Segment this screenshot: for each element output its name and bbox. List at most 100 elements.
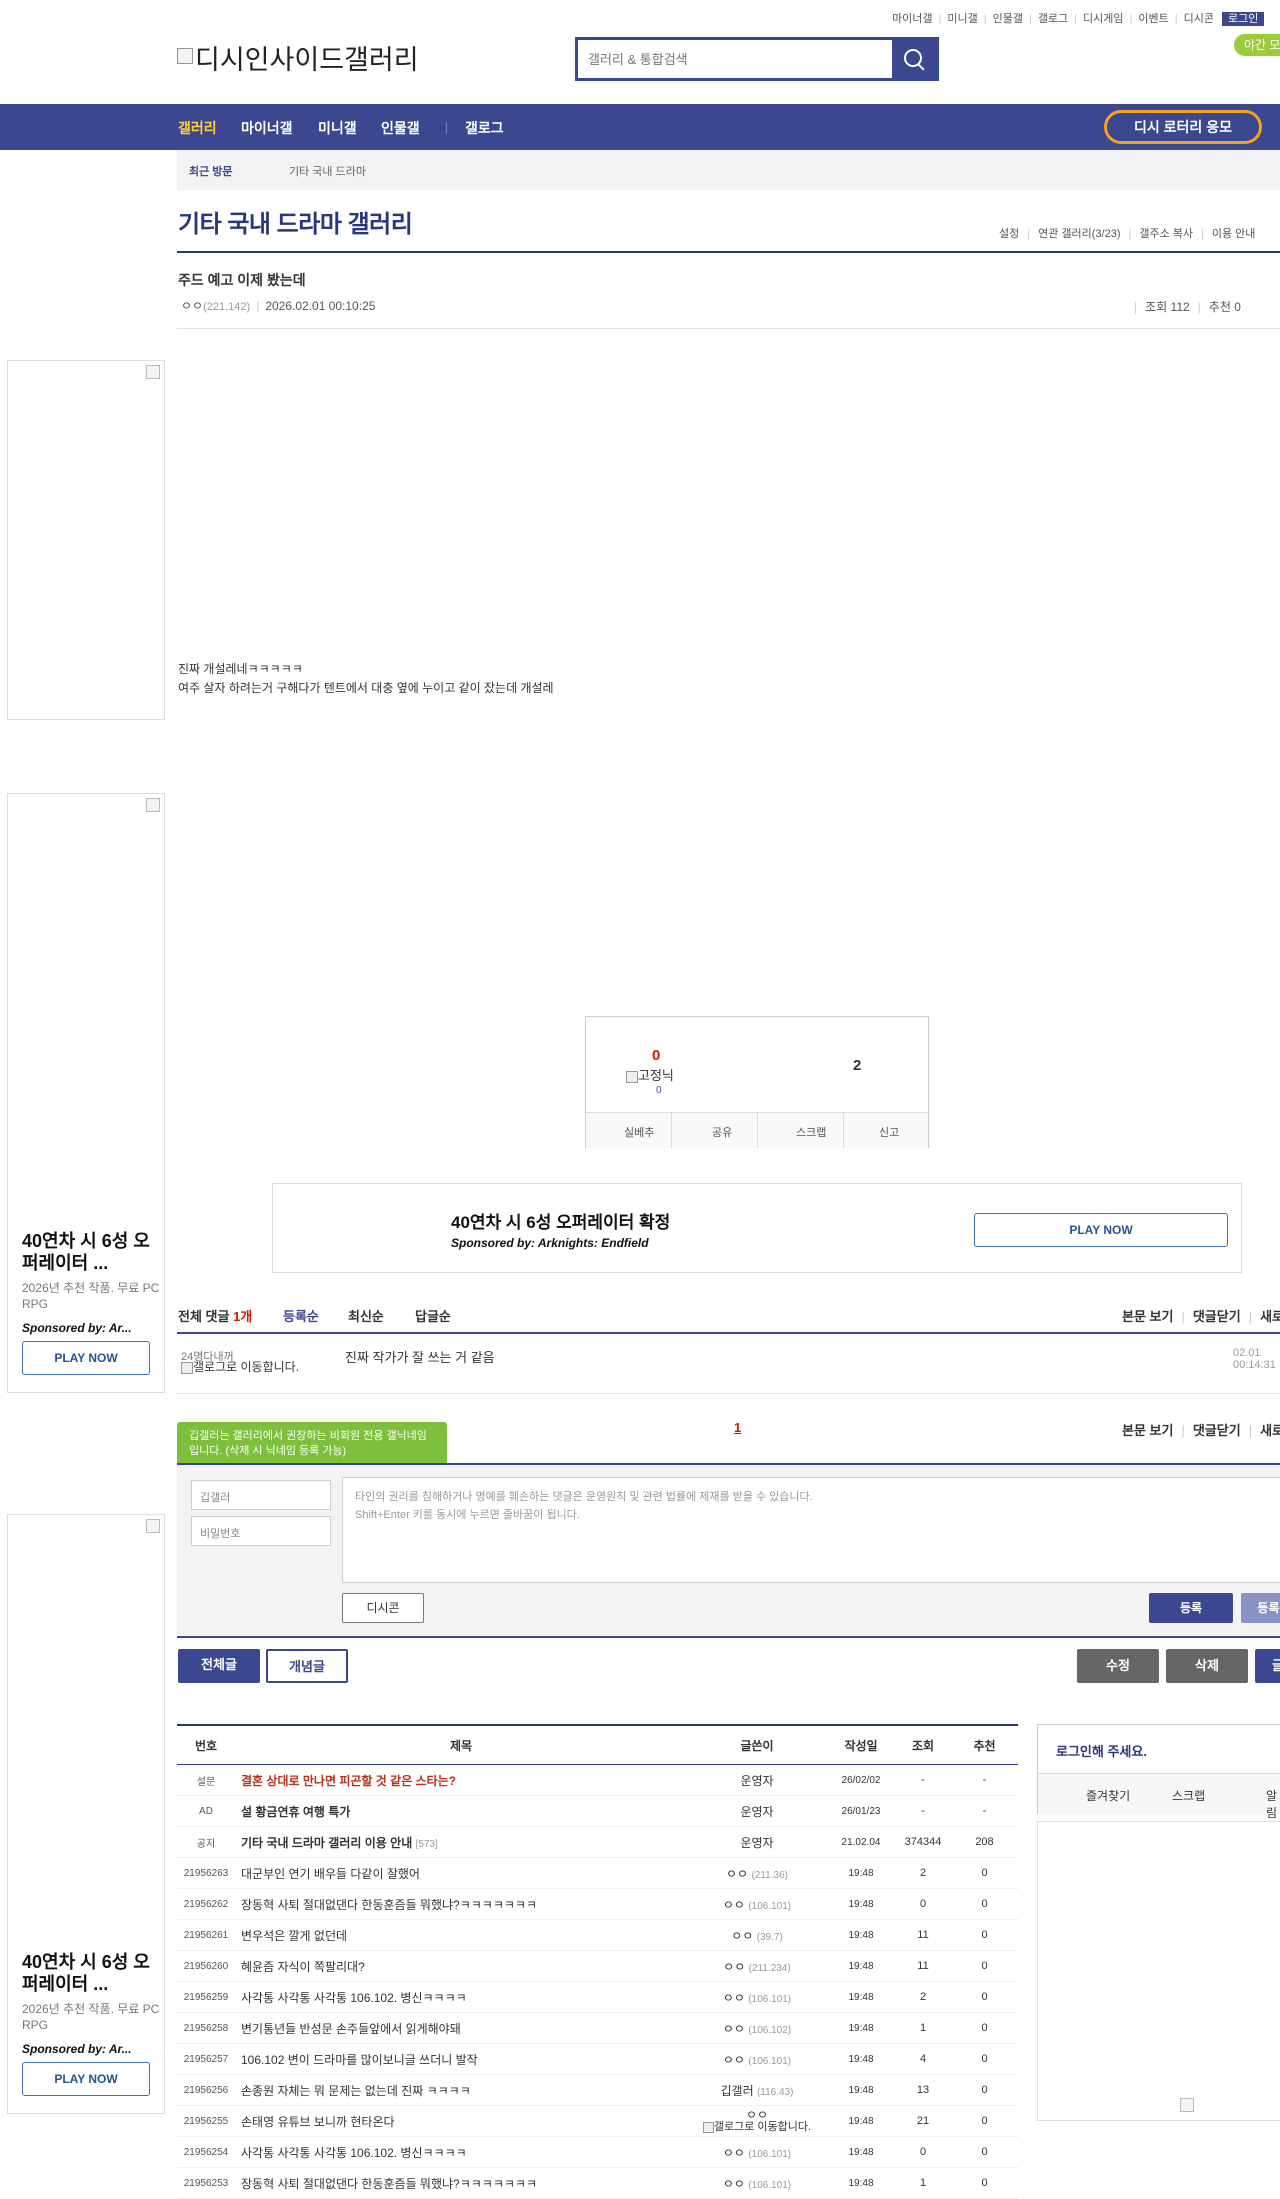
- favorites-link[interactable]: 즐겨찾기: [1086, 1787, 1130, 1804]
- post-writer[interactable]: ㅇㅇ (211.36): [687, 1857, 827, 1889]
- view-post-button[interactable]: 본문 보기: [1122, 1423, 1173, 1438]
- writer-gallog-link[interactable]: 갤로그로 이동합니다.: [688, 2121, 826, 2133]
- close-comments-button[interactable]: 댓글닫기: [1193, 1423, 1241, 1438]
- post-subject[interactable]: 변우석은 깔게 없던데: [235, 1919, 687, 1951]
- post-subject[interactable]: 장동혁 사퇴 절대없댄다 한동훈즘들 뭐했냐?ㅋㅋㅋㅋㅋㅋㅋ: [235, 2167, 687, 2199]
- toplink-dcgame[interactable]: 디시게임: [1083, 13, 1123, 25]
- refresh-comments-button[interactable]: 새로고침: [1260, 1309, 1280, 1324]
- post-subject[interactable]: 기타 국내 드라마 갤러리 이용 안내 [573]: [235, 1826, 687, 1858]
- writer-nick[interactable]: ㅇㅇ: [723, 2177, 745, 2191]
- recent-item[interactable]: 기타 국내 드라마: [289, 163, 366, 179]
- sort-latest[interactable]: 최신순: [348, 1306, 384, 1325]
- post-subject-text[interactable]: 혜윤즘 자식이 쪽팔리대?: [241, 1960, 365, 1974]
- table-row[interactable]: 21956260 혜윤즘 자식이 쪽팔리대? ㅇㅇ (211.234) 19:48 11…: [177, 1950, 1018, 1982]
- post-subject-text[interactable]: 설 황금연휴 여행 특가: [241, 1805, 350, 1819]
- post-subject-text[interactable]: 장동혁 사퇴 절대없댄다 한동훈즘들 뭐했냐?ㅋㅋㅋㅋㅋㅋㅋ: [241, 2177, 537, 2191]
- post-subject[interactable]: 혜윤즘 자식이 쪽팔리대?: [235, 1950, 687, 1982]
- nav-gallog[interactable]: 갤로그: [465, 118, 504, 138]
- table-row[interactable]: 21956256 손종원 자체는 뭐 문제는 없는데 진짜 ㅋㅋㅋㅋ 깁갤러 (11…: [177, 2074, 1018, 2106]
- comment-gallog-link[interactable]: 갤로그로 이동합니다.: [181, 1361, 311, 1374]
- post-subject-text[interactable]: 손종원 자체는 뭐 문제는 없는데 진짜 ㅋㅋㅋㅋ: [241, 2084, 471, 2098]
- post-writer[interactable]: ㅇㅇ (106.101): [687, 1981, 827, 2013]
- left-ad-3-play-button[interactable]: PLAY NOW: [22, 2062, 150, 2096]
- related-galleries[interactable]: 연관 갤러리(3/23): [1038, 228, 1120, 240]
- table-row[interactable]: 21956255 손태영 유튜브 보니까 현타온다 ㅇㅇ 갤로그로 이동합니다. 19:…: [177, 2105, 1018, 2137]
- nav-minor[interactable]: 마이너갤: [241, 118, 293, 138]
- writer-nick[interactable]: 운영자: [740, 1774, 773, 1788]
- post-subject-text[interactable]: 사각통 사각통 사각통 106.102. 병신ㅋㅋㅋㅋ: [241, 2146, 467, 2160]
- post-subject-text[interactable]: 기타 국내 드라마 갤러리 이용 안내: [241, 1836, 412, 1850]
- post-writer[interactable]: 운영자: [687, 1764, 827, 1796]
- post-writer[interactable]: ㅇㅇ (106.101): [687, 2043, 827, 2075]
- table-row[interactable]: AD 설 황금연휴 여행 특가 운영자 26/01/23- -: [177, 1795, 1018, 1827]
- dccon-button[interactable]: 디시콘: [342, 1593, 424, 1623]
- post-subject[interactable]: 설 황금연휴 여행 특가: [235, 1795, 687, 1827]
- share-button[interactable]: 공유: [712, 1124, 732, 1140]
- writer-nick[interactable]: 운영자: [740, 1836, 773, 1850]
- toplink-dccon[interactable]: 디시콘: [1184, 13, 1214, 25]
- post-subject[interactable]: 대군부인 연기 배우들 다같이 잘했어: [235, 1857, 687, 1889]
- post-subject-text[interactable]: 변우석은 깔게 없던데: [241, 1929, 347, 1943]
- post-writer[interactable]: ㅇㅇ 갤로그로 이동합니다.: [687, 2105, 827, 2137]
- report-button[interactable]: 신고: [879, 1124, 899, 1140]
- post-subject[interactable]: 손태영 유튜브 보니까 현타온다: [235, 2105, 687, 2137]
- writer-nick[interactable]: 깁갤러: [721, 2084, 754, 2098]
- password-field[interactable]: 비밀번호: [191, 1516, 331, 1546]
- post-writer[interactable]: 운영자: [687, 1826, 827, 1858]
- usage-guide[interactable]: 이용 안내: [1212, 228, 1256, 240]
- scrap-link[interactable]: 스크랩: [1172, 1787, 1205, 1804]
- night-mode-toggle[interactable]: 야간 모드: [1234, 34, 1280, 56]
- gallery-settings[interactable]: 설정: [999, 228, 1019, 240]
- table-row[interactable]: 21956257 106.102 변이 드라마를 많이보니글 쓰더니 발작 ㅇㅇ (…: [177, 2043, 1018, 2075]
- delete-button[interactable]: 삭제: [1166, 1649, 1248, 1683]
- post-writer[interactable]: ㅇㅇ (106.101): [687, 2136, 827, 2168]
- table-row[interactable]: 21956262 장동혁 사퇴 절대없댄다 한동훈즘들 뭐했냐?ㅋㅋㅋㅋㅋㅋㅋ ㅇㅇ…: [177, 1888, 1018, 1920]
- nav-mini[interactable]: 미니갤: [318, 118, 357, 138]
- lottery-button[interactable]: 디시 로터리 응모: [1104, 110, 1262, 144]
- fixed-nick-upvote[interactable]: 고정닉: [626, 1065, 674, 1084]
- post-writer[interactable]: 깁갤러 (116.43): [687, 2074, 827, 2106]
- writer-nick[interactable]: ㅇㅇ: [723, 1898, 745, 1912]
- table-row[interactable]: 21956258 변기통년들 반성문 손주들앞에서 읽게해야돼 ㅇㅇ (106.10…: [177, 2012, 1018, 2044]
- post-writer[interactable]: ㅇㅇ (106.101): [687, 1888, 827, 1920]
- table-row[interactable]: 21956253 장동혁 사퇴 절대없댄다 한동훈즘들 뭐했냐?ㅋㅋㅋㅋㅋㅋㅋ ㅇㅇ…: [177, 2167, 1018, 2199]
- tab-concept-posts[interactable]: 개념글: [266, 1649, 348, 1683]
- comment-submit-recommend-button[interactable]: 등록+추천: [1241, 1593, 1280, 1623]
- post-writer[interactable]: ㅇㅇ: [181, 299, 203, 313]
- alarm-link[interactable]: 알림: [1266, 1787, 1280, 1821]
- toplink-gallog[interactable]: 갤로그: [1038, 13, 1068, 25]
- toplink-minor[interactable]: 마이너갤: [892, 13, 932, 25]
- site-logo[interactable]: 디시인사이드갤러리: [177, 38, 419, 77]
- search-button[interactable]: [892, 40, 936, 78]
- nickname-field[interactable]: 깁갤러: [191, 1480, 331, 1510]
- post-subject[interactable]: 106.102 변이 드라마를 많이보니글 쓰더니 발작: [235, 2043, 687, 2075]
- table-row[interactable]: 21956259 사각통 사각통 사각통 106.102. 병신ㅋㅋㅋㅋ ㅇㅇ (1…: [177, 1981, 1018, 2013]
- nav-person[interactable]: 인물갤: [381, 118, 420, 138]
- writer-nick[interactable]: ㅇㅇ: [723, 2022, 745, 2036]
- table-row[interactable]: 21956263 대군부인 연기 배우들 다같이 잘했어 ㅇㅇ (211.36) 19…: [177, 1857, 1018, 1889]
- post-writer[interactable]: ㅇㅇ (106.101): [687, 2167, 827, 2199]
- copy-address[interactable]: 갤주소 복사: [1139, 228, 1193, 240]
- mid-banner-ad[interactable]: 40연차 시 6성 오퍼레이터 확정 Sponsored by: Arknigh…: [272, 1183, 1242, 1273]
- comment-page-1[interactable]: 1: [734, 1420, 741, 1435]
- post-subject-text[interactable]: 변기통년들 반성문 손주들앞에서 읽게해야돼: [241, 2022, 461, 2036]
- post-subject[interactable]: 결혼 상대로 만나면 피곤할 것 같은 스타는?: [235, 1764, 687, 1796]
- writer-nick[interactable]: ㅇㅇ: [723, 1960, 745, 1974]
- left-ad-1[interactable]: [7, 360, 165, 720]
- right-side-ad[interactable]: [1037, 1821, 1280, 2121]
- post-subject[interactable]: 변기통년들 반성문 손주들앞에서 읽게해야돼: [235, 2012, 687, 2044]
- writer-nick[interactable]: ㅇㅇ: [723, 2146, 745, 2160]
- left-ad-2-play-button[interactable]: PLAY NOW: [22, 1341, 150, 1375]
- close-comments-button[interactable]: 댓글닫기: [1193, 1309, 1241, 1324]
- toplink-event[interactable]: 이벤트: [1138, 13, 1168, 25]
- writer-nick[interactable]: ㅇㅇ: [723, 2053, 745, 2067]
- post-subject[interactable]: 장동혁 사퇴 절대없댄다 한동훈즘들 뭐했냐?ㅋㅋㅋㅋㅋㅋㅋ: [235, 1888, 687, 1920]
- table-row[interactable]: 공지 기타 국내 드라마 갤러리 이용 안내 [573] 운영자 21.02.04 37…: [177, 1826, 1018, 1858]
- toplink-mini[interactable]: 미니갤: [947, 13, 977, 25]
- left-ad-3-title[interactable]: 40연차 시 6성 오퍼레이터 ...: [22, 1951, 162, 1995]
- refresh-comments-button[interactable]: 새로고침: [1260, 1423, 1280, 1438]
- writer-nick[interactable]: ㅇㅇ: [726, 1867, 748, 1881]
- reply-count[interactable]: [573]: [416, 1839, 438, 1850]
- post-subject-text[interactable]: 106.102 변이 드라마를 많이보니글 쓰더니 발작: [241, 2053, 478, 2067]
- nav-gallery[interactable]: 갤러리: [178, 118, 217, 138]
